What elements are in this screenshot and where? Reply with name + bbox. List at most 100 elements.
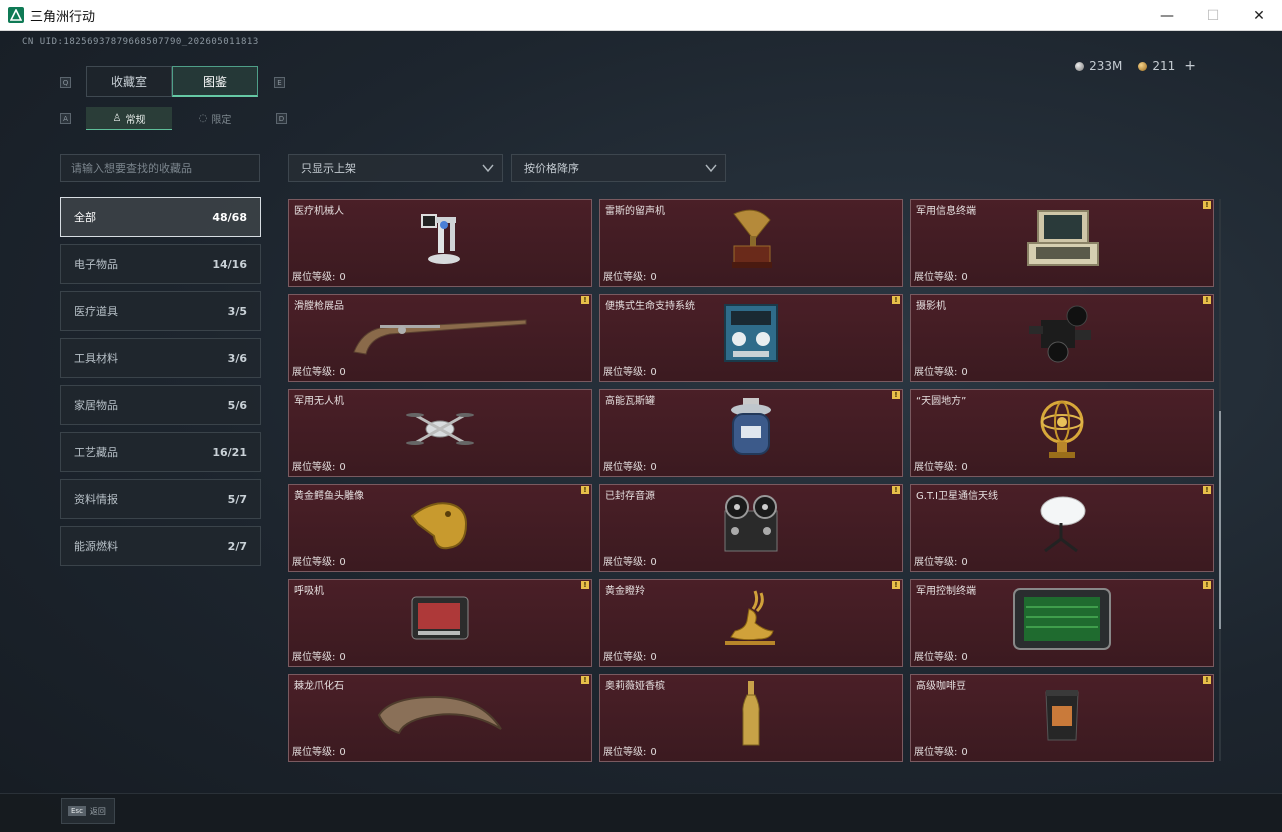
close-button[interactable]: ✕ — [1236, 0, 1282, 31]
booth-level: 展位等级: 0 — [603, 553, 657, 568]
sort-dropdown[interactable]: 按价格降序 — [511, 154, 726, 182]
search-input[interactable]: 请输入想要查找的收藏品 — [60, 154, 260, 182]
booth-level-value: 0 — [961, 462, 968, 473]
drone-icon — [405, 401, 475, 461]
new-badge-icon: ! — [892, 486, 900, 494]
collectible-name: 便携式生命支持系统 — [605, 301, 695, 312]
collectible-name: 雷斯的留声机 — [605, 206, 665, 217]
category-crafts[interactable]: 工艺藏品 16/21 — [60, 432, 261, 472]
new-badge-icon: ! — [1203, 296, 1211, 304]
collectible-card[interactable]: 棘龙爪化石 ! 展位等级: 0 — [288, 674, 592, 762]
category-medical[interactable]: 医疗道具 3/5 — [60, 291, 261, 331]
category-label: 全部 — [74, 211, 96, 224]
category-list: 全部 48/68 电子物品 14/16 医疗道具 3/5 工具材料 3/6 家居物品 5/… — [60, 197, 261, 573]
booth-level: 展位等级: 0 — [292, 553, 346, 568]
collectible-card[interactable]: 雷斯的留声机 展位等级: 0 — [599, 199, 903, 287]
collectible-name: 军用信息终端 — [916, 206, 976, 217]
game-viewport: CN UID:18256937879668507790_202605011813… — [0, 31, 1282, 832]
display-filter-dropdown[interactable]: 只显示上架 — [288, 154, 503, 182]
category-count: 2/7 — [227, 539, 247, 553]
booth-level-label: 展位等级: — [292, 462, 336, 473]
gold-currency[interactable]: 211 + — [1138, 58, 1196, 74]
gas-canister-icon — [729, 396, 773, 466]
category-home[interactable]: 家居物品 5/6 — [60, 385, 261, 425]
category-count: 3/5 — [227, 304, 247, 318]
collectible-card[interactable]: 医疗机械人 展位等级: 0 — [288, 199, 592, 287]
camera-icon — [1027, 304, 1097, 368]
sub-tabs: ♙ 常规 ◌ 限定 — [86, 107, 258, 130]
collectible-card[interactable]: 军用控制终端 ! 展位等级: 0 — [910, 579, 1214, 667]
collectible-name: 高能瓦斯罐 — [605, 396, 655, 407]
tab-collection-room[interactable]: 收藏室 — [86, 66, 172, 97]
collectible-card[interactable]: 摄影机 ! 展位等级: 0 — [910, 294, 1214, 382]
tab-limited-label: 限定 — [211, 115, 232, 126]
champagne-icon — [740, 681, 762, 751]
booth-level-label: 展位等级: — [914, 367, 958, 378]
collectible-card[interactable]: 高能瓦斯罐 ! 展位等级: 0 — [599, 389, 903, 477]
booth-level-label: 展位等级: — [914, 652, 958, 663]
military-terminal-icon — [1022, 209, 1102, 273]
collectible-card[interactable]: 黄金瞪羚 ! 展位等级: 0 — [599, 579, 903, 667]
booth-level-value: 0 — [650, 747, 657, 758]
booth-level: 展位等级: 0 — [603, 648, 657, 663]
category-electronics[interactable]: 电子物品 14/16 — [60, 244, 261, 284]
tab-catalog[interactable]: 图鉴 — [172, 66, 258, 97]
new-badge-icon: ! — [892, 581, 900, 589]
new-badge-icon: ! — [581, 676, 589, 684]
add-currency-button[interactable]: + — [1184, 58, 1196, 74]
booth-level-value: 0 — [961, 747, 968, 758]
booth-level-value: 0 — [339, 367, 346, 378]
booth-level: 展位等级: 0 — [292, 743, 346, 758]
category-label: 资料情报 — [74, 493, 118, 506]
collectible-name: 呼吸机 — [294, 586, 324, 597]
collectible-card[interactable]: 已封存音源 ! 展位等级: 0 — [599, 484, 903, 572]
category-label: 能源燃料 — [74, 540, 118, 553]
category-tools[interactable]: 工具材料 3/6 — [60, 338, 261, 378]
tab-regular[interactable]: ♙ 常规 — [86, 107, 172, 130]
category-all[interactable]: 全部 48/68 — [60, 197, 261, 237]
category-fuel[interactable]: 能源燃料 2/7 — [60, 526, 261, 566]
category-label: 家居物品 — [74, 399, 118, 412]
collectible-card[interactable]: 军用无人机 展位等级: 0 — [288, 389, 592, 477]
booth-level-label: 展位等级: — [292, 272, 336, 283]
coffee-bag-icon — [1042, 686, 1082, 746]
booth-level: 展位等级: 0 — [292, 458, 346, 473]
booth-level: 展位等级: 0 — [914, 648, 968, 663]
tab-limited[interactable]: ◌ 限定 — [172, 107, 258, 130]
tab-regular-label: 常规 — [125, 114, 146, 126]
category-intel[interactable]: 资料情报 5/7 — [60, 479, 261, 519]
medical-robot-icon — [414, 209, 466, 273]
booth-level-label: 展位等级: — [914, 272, 958, 283]
collectible-card[interactable]: 奥莉薇娅香槟 展位等级: 0 — [599, 674, 903, 762]
new-badge-icon: ! — [1203, 581, 1211, 589]
collectible-card[interactable]: 呼吸机 ! 展位等级: 0 — [288, 579, 592, 667]
maximize-button[interactable]: ☐ — [1190, 0, 1236, 31]
claw-fossil-icon — [375, 689, 505, 743]
main-tabs: 收藏室 图鉴 — [86, 66, 258, 97]
collectible-card[interactable]: 军用信息终端 ! 展位等级: 0 — [910, 199, 1214, 287]
back-button[interactable]: Esc 返回 — [61, 798, 115, 824]
minimize-button[interactable]: — — [1144, 0, 1190, 31]
collectible-card[interactable]: 滑膛枪展品 ! 展位等级: 0 — [288, 294, 592, 382]
booth-level: 展位等级: 0 — [603, 743, 657, 758]
booth-level-label: 展位等级: — [603, 367, 647, 378]
collectible-name: 黄金瞪羚 — [605, 586, 645, 597]
booth-level: 展位等级: 0 — [603, 363, 657, 378]
booth-level-label: 展位等级: — [914, 747, 958, 758]
collectible-card[interactable]: “天圆地方” 展位等级: 0 — [910, 389, 1214, 477]
back-label: 返回 — [89, 806, 106, 816]
display-filter-value: 只显示上架 — [301, 162, 356, 175]
gold-coin-icon — [1138, 61, 1148, 71]
scrollbar-thumb[interactable] — [1219, 411, 1221, 629]
satellite-dish-icon — [1035, 493, 1089, 559]
collectible-card[interactable]: 便携式生命支持系统 ! 展位等级: 0 — [599, 294, 903, 382]
esc-key-hint: Esc — [68, 806, 86, 816]
booth-level: 展位等级: 0 — [292, 363, 346, 378]
armillary-sphere-icon — [1035, 396, 1089, 466]
booth-level: 展位等级: 0 — [603, 458, 657, 473]
booth-level-value: 0 — [650, 272, 657, 283]
collectible-card[interactable]: 高级咖啡豆 ! 展位等级: 0 — [910, 674, 1214, 762]
collectible-card[interactable]: G.T.I卫星通信天线 ! 展位等级: 0 — [910, 484, 1214, 572]
collectible-name: G.T.I卫星通信天线 — [916, 491, 998, 502]
collectible-card[interactable]: 黄金鳄鱼头雕像 ! 展位等级: 0 — [288, 484, 592, 572]
